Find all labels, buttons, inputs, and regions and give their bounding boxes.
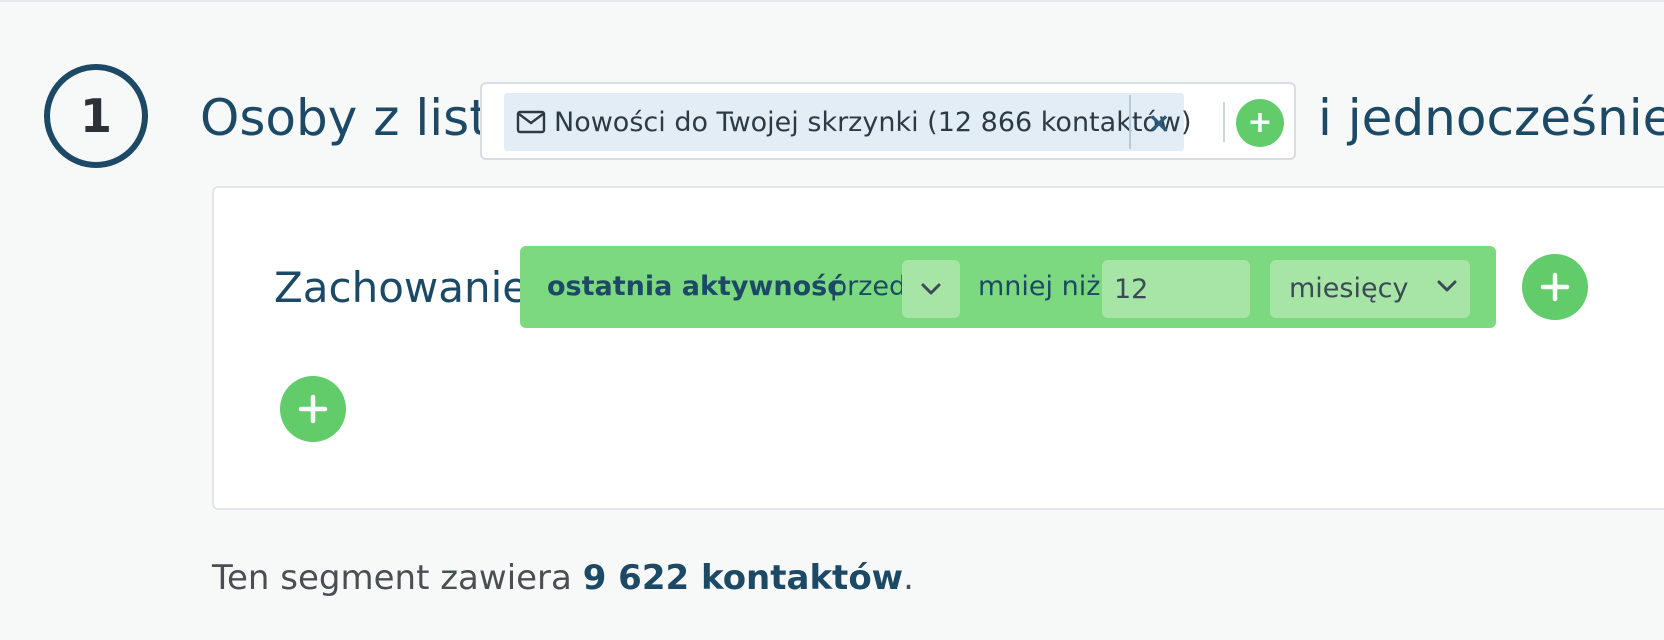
unit-dropdown[interactable]: miesięcy [1270,260,1470,318]
list-tag: Nowości do Twojej skrzynki (12 866 konta… [504,93,1192,151]
condition-group-label: Zachowanie [274,263,529,312]
list-selector-divider [1223,102,1225,142]
envelope-icon [516,110,546,134]
plus-icon [1540,272,1570,302]
summary-period: . [903,558,914,598]
list-tag-label: Nowości do Twojej skrzynki (12 866 konta… [554,106,1192,138]
segment-summary: Ten segment zawiera 9 622 kontaktów. [212,556,914,600]
comparison-label: mniej niż [978,271,1101,302]
condition-name: ostatnia aktywność [547,271,844,302]
add-condition-group-button[interactable] [280,376,346,442]
step-number-badge: 1 [44,64,148,168]
segment-contact-count: 9 622 kontaktów [582,558,904,598]
condition-operator: przed [830,271,907,302]
add-list-button[interactable]: + [1236,99,1284,147]
conditions-panel [212,186,1664,510]
condition-row: ostatnia aktywność przed mniej niż miesi… [520,246,1496,328]
chevron-down-icon [1437,280,1457,292]
plus-icon [298,394,328,424]
list-selector[interactable]: Nowości do Twojej skrzynki (12 866 konta… [480,82,1296,160]
remove-list-button[interactable]: × [1144,103,1174,141]
summary-text: Ten segment zawiera [212,558,583,598]
lists-heading: Osoby z list [200,89,489,147]
chevron-down-icon [921,283,941,295]
tag-divider [1129,95,1131,149]
top-divider [0,0,1664,2]
add-condition-button[interactable] [1522,254,1588,320]
step-number: 1 [79,89,112,143]
unit-dropdown-value: miesięcy [1289,273,1409,304]
operator-dropdown[interactable] [902,260,960,318]
conjunction-heading: i jednocześnie [1318,89,1664,147]
months-value-input[interactable] [1102,260,1250,318]
